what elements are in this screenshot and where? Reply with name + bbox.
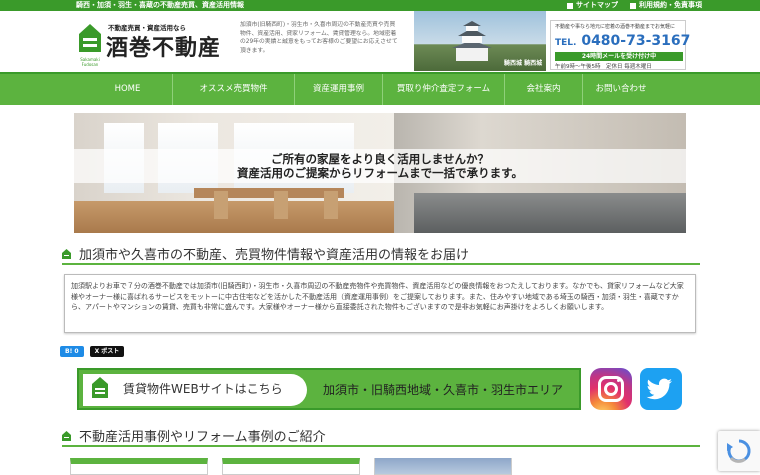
house-logo-icon [92, 377, 108, 398]
hero-floor [74, 201, 394, 233]
case-cards [70, 458, 512, 475]
recaptcha-icon [727, 439, 751, 463]
header-intro: 加須市(旧騎西町)・羽生市・久喜市周辺の不動産売買や売買物件、資産活用、貸家リフ… [240, 22, 398, 54]
twitter-icon[interactable] [640, 368, 682, 410]
top-links: サイトマップ 利用規約・免責事項 [567, 0, 702, 11]
square-bullet-icon [567, 2, 573, 9]
nav-home[interactable]: HOME [83, 74, 173, 105]
nav-contact[interactable]: お問い合わせ [583, 74, 659, 105]
house-bullet-icon [62, 249, 71, 259]
hatena-bookmark-button[interactable]: B! 0 [60, 346, 84, 357]
section-heading-cases: 不動産活用事例やリフォーム事例のご紹介 [62, 425, 700, 447]
mail-24h-badge: 24時間メールを受け付け中 [555, 52, 683, 61]
photo-caption: 騎西城 騎西城 [504, 60, 543, 67]
case-card[interactable] [222, 458, 360, 475]
instagram-icon[interactable] [590, 368, 632, 410]
recaptcha-badge[interactable] [718, 431, 760, 471]
nav-appraisal-form[interactable]: 買取り仲介査定フォーム [383, 74, 505, 105]
rental-site-banner[interactable]: 賃貸物件WEBサイトはこちら 加須市・旧騎西地域・久喜市・羽生市エリア [77, 368, 581, 410]
square-bullet-icon [630, 2, 636, 9]
logo-name: 酒巻不動産 [106, 35, 222, 61]
case-card[interactable] [70, 458, 208, 475]
twitter-bird-icon [646, 378, 672, 400]
terms-link[interactable]: 利用規約・免責事項 [630, 0, 702, 11]
section-title: 加須市や久喜市の不動産、売買物件情報や資産活用の情報をお届け [79, 248, 470, 263]
top-bar: 騎西・加須・羽生・喜蔵の不動産売買、資産活用情報 サイトマップ 利用規約・免責事… [0, 0, 760, 11]
banner-title: 賃貸物件WEBサイトはこちら [123, 382, 283, 396]
hero-chair [324, 191, 338, 219]
phone-number[interactable]: TEL. 0480-73-3167 [555, 33, 690, 49]
top-tagline: 騎西・加須・羽生・喜蔵の不動産売買、資産活用情報 [76, 1, 244, 9]
hero-banner: ご所有の家屋をより良く活用しませんか？ 資産活用のご提案からリフォームまで一括で… [74, 113, 686, 233]
nav-recommended[interactable]: オススメ売買物件 [173, 74, 295, 105]
hero-counter [414, 193, 686, 233]
nav-asset-cases[interactable]: 資産運用事例 [295, 74, 383, 105]
site-header: 不動産売買・資産活用なら 酒巻不動産 Sakamaki Fudosan 加須市(… [0, 11, 760, 72]
nav-company[interactable]: 会社案内 [505, 74, 583, 105]
logo-romaji: Sakamaki Fudosan [80, 57, 100, 67]
banner-areas: 加須市・旧騎西地域・久喜市・羽生市エリア [323, 383, 564, 397]
business-hours: 午前9時～午後5時 定休日 毎週木曜日 [555, 64, 652, 70]
contact-lead: 不動産や事なら地元に密着の酒巻不動産までお気軽に [555, 24, 676, 30]
hero-chair [214, 191, 228, 219]
house-bullet-icon [62, 431, 71, 441]
hero-chair [274, 191, 288, 219]
section-title: 不動産活用事例やリフォーム事例のご紹介 [79, 430, 326, 445]
sitemap-link[interactable]: サイトマップ [567, 0, 618, 11]
castle-photo: 騎西城 騎西城 [414, 11, 546, 71]
contact-box: 不動産や事なら地元に密着の酒巻不動産までお気軽に TEL. 0480-73-31… [550, 20, 690, 70]
house-logo-icon [79, 24, 101, 52]
hero-subheadline: 資産活用のご提案からリフォームまで一括で承ります。 [236, 166, 523, 180]
main-nav: HOME オススメ売買物件 資産運用事例 買取り仲介査定フォーム 会社案内 お問… [0, 72, 760, 105]
share-buttons: B! 0 X ポスト [60, 346, 125, 357]
intro-text-box: 加須駅よりお車で７分の酒巻不動産では加須市(旧騎西町)・羽生市・久喜市周辺の不動… [64, 274, 696, 333]
site-logo[interactable]: 不動産売買・資産活用なら 酒巻不動産 Sakamaki Fudosan [78, 19, 228, 67]
section-heading-intro: 加須市や久喜市の不動産、売買物件情報や資産活用の情報をお届け [62, 243, 700, 265]
x-post-button[interactable]: X ポスト [89, 346, 125, 357]
case-card[interactable] [374, 458, 512, 475]
castle-icon [452, 21, 492, 61]
